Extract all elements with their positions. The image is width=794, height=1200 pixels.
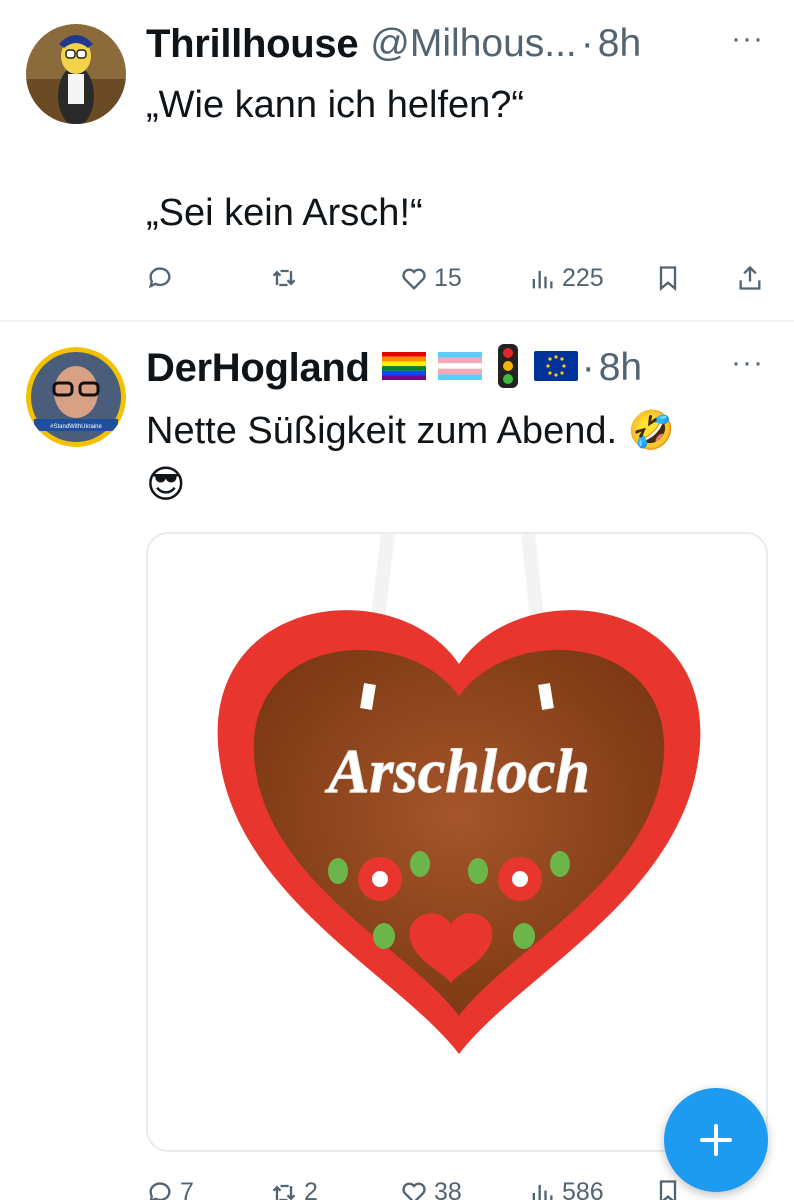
reply-button[interactable] <box>146 264 174 292</box>
more-options-icon[interactable]: ··· <box>731 22 764 56</box>
trans-flag-icon <box>437 351 482 385</box>
tweet-text: Nette Süßigkeit zum Abend. 🤣 😎 <box>146 410 675 506</box>
timestamp[interactable]: 8h <box>598 22 641 66</box>
bookmark-icon <box>659 266 677 291</box>
reply-icon <box>149 1181 171 1200</box>
separator-dot: · <box>580 22 594 65</box>
like-button[interactable]: 38 <box>400 1178 462 1200</box>
views-button[interactable]: 225 <box>528 264 604 293</box>
share-button[interactable] <box>736 264 764 292</box>
plus-icon <box>700 1124 732 1156</box>
like-button[interactable]: 15 <box>400 264 462 293</box>
timestamp[interactable]: 8h <box>599 346 642 390</box>
traffic-light-icon <box>494 343 522 393</box>
display-name[interactable]: DerHogland <box>146 346 370 391</box>
views-count: 225 <box>562 264 604 292</box>
like-count: 15 <box>434 264 462 292</box>
tweet-actions: 7 2 38 586 <box>146 1178 776 1200</box>
tweet-image[interactable]: Arschloch <box>146 532 768 1152</box>
reply-icon <box>148 267 171 289</box>
bookmark-button[interactable] <box>654 1178 682 1200</box>
avatar[interactable]: #StandWithUkraine <box>26 347 126 447</box>
bookmark-icon <box>659 1180 677 1200</box>
tweet-header: Thrillhouse @Milhous... · 8h <box>146 20 641 68</box>
avatar-banner-text: #StandWithUkraine <box>50 424 102 430</box>
avatar[interactable] <box>26 24 126 124</box>
bookmark-button[interactable] <box>654 264 682 292</box>
compose-button[interactable] <box>664 1088 768 1192</box>
views-icon <box>532 270 553 288</box>
retweet-icon <box>272 1184 296 1200</box>
retweet-count: 2 <box>304 1178 318 1200</box>
retweet-button[interactable] <box>270 264 298 292</box>
share-icon <box>739 265 761 290</box>
display-name[interactable]: Thrillhouse <box>146 22 359 67</box>
tweet[interactable]: #StandWithUkraine DerHogland · 8h ··· Ne… <box>0 322 794 1200</box>
rainbow-flag-icon <box>381 351 426 385</box>
views-count: 586 <box>562 1178 604 1200</box>
more-options-icon[interactable]: ··· <box>731 346 764 380</box>
retweet-icon <box>272 269 296 287</box>
retweet-button[interactable]: 2 <box>270 1178 318 1200</box>
views-icon <box>532 1184 553 1200</box>
separator-dot: · <box>581 346 595 389</box>
tweet-actions: 15 225 <box>146 264 776 304</box>
views-button[interactable]: 586 <box>528 1178 604 1200</box>
eu-flag-icon <box>533 350 578 386</box>
user-handle[interactable]: @Milhous... <box>370 22 576 66</box>
like-count: 38 <box>434 1178 462 1200</box>
icing-text: Arschloch <box>324 738 590 806</box>
reply-button[interactable]: 7 <box>146 1178 194 1200</box>
tweet[interactable]: Thrillhouse @Milhous... · 8h ··· „Wie ka… <box>0 0 794 322</box>
tweet-header: DerHogland · 8h <box>146 343 642 393</box>
reply-count: 7 <box>180 1178 194 1200</box>
tweet-text: „Wie kann ich helfen?“ „Sei kein Arsch!“ <box>146 84 525 234</box>
heart-icon <box>402 268 426 290</box>
heart-icon <box>402 1182 426 1200</box>
